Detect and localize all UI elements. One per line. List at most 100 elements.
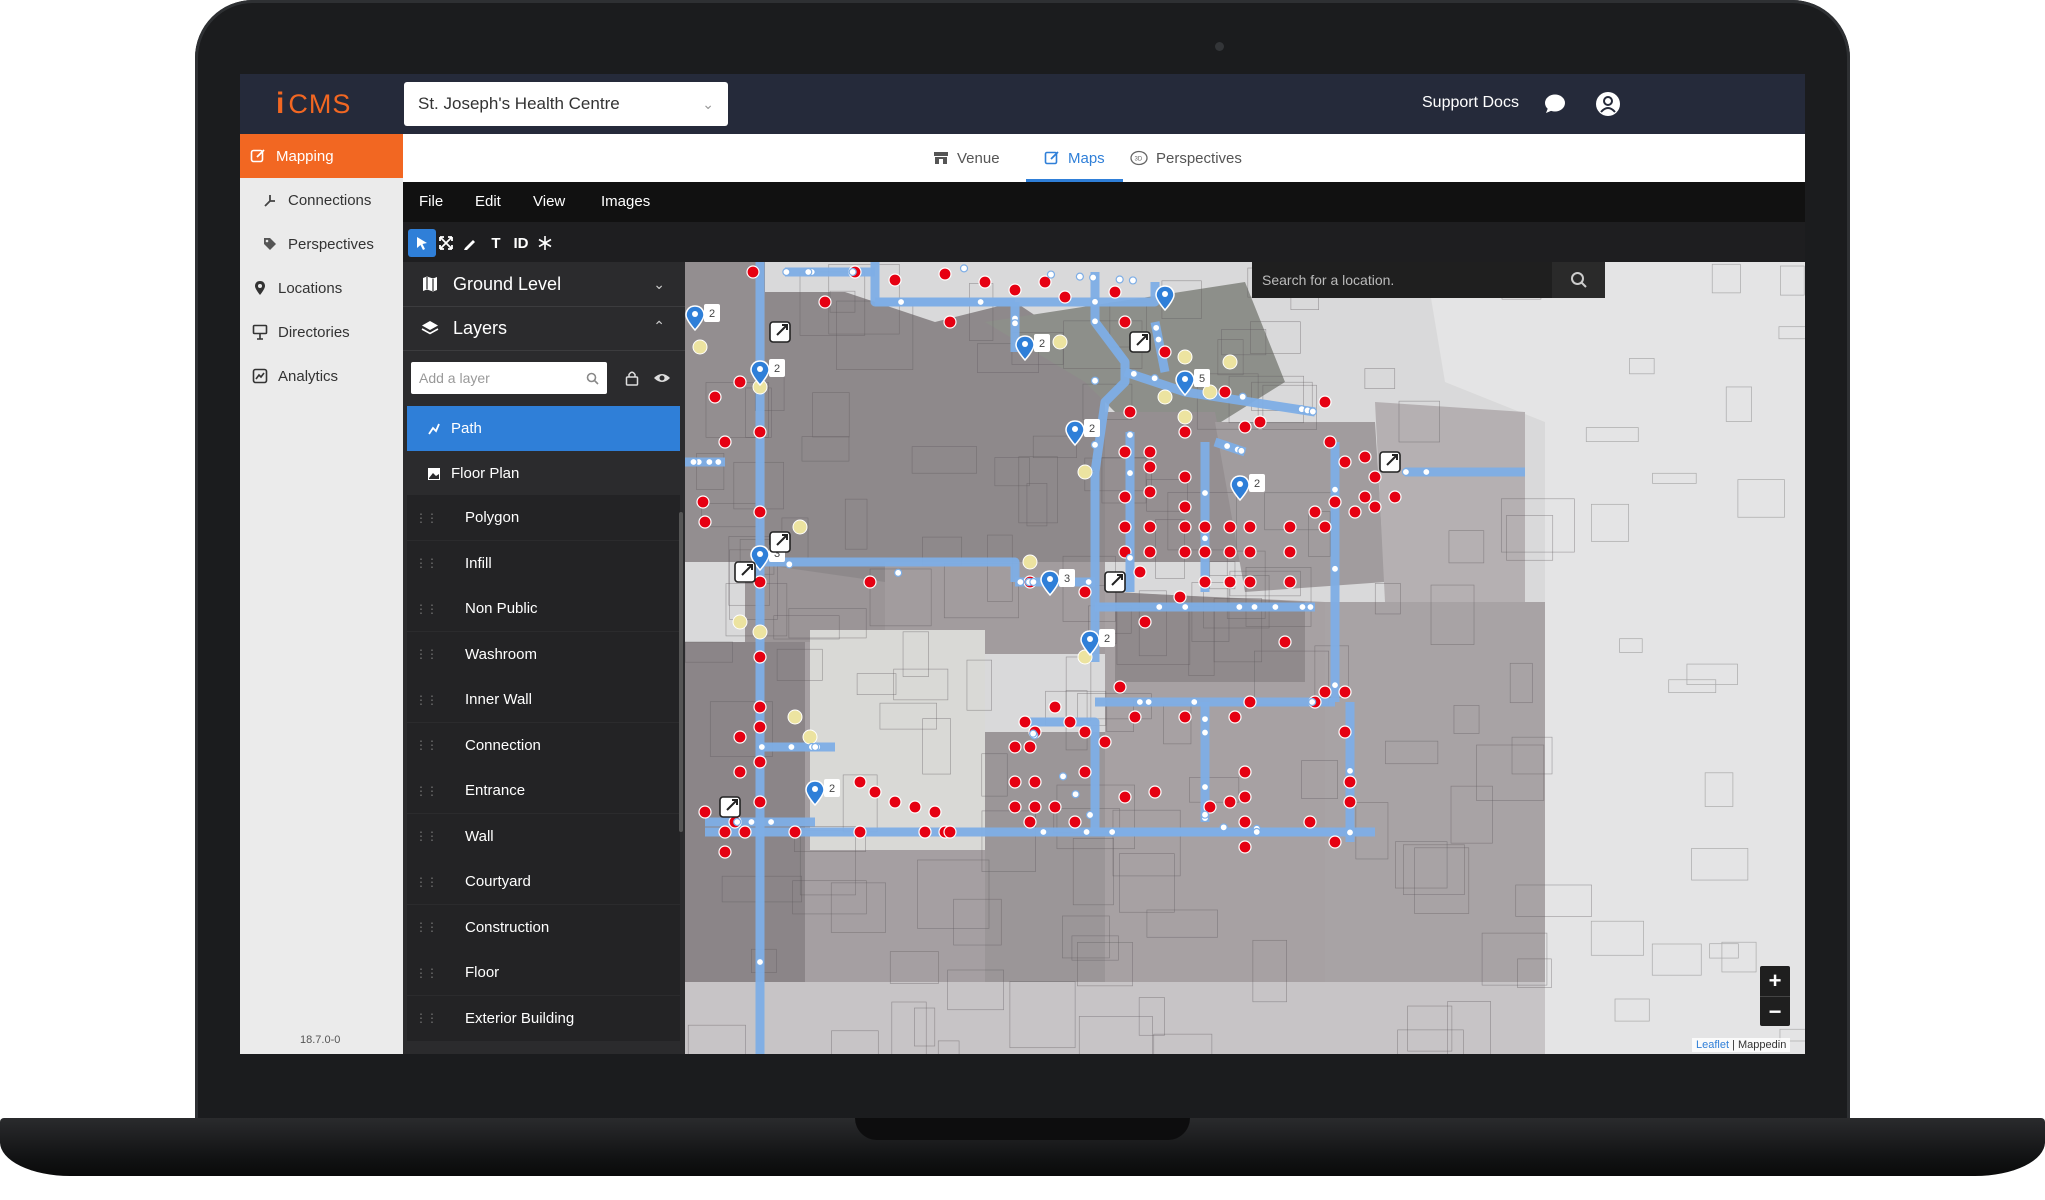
red-node bbox=[1138, 615, 1152, 629]
drag-handle-icon[interactable]: ⋮⋮ bbox=[415, 647, 438, 661]
layer-row[interactable]: ⋮⋮ Non Public bbox=[407, 586, 680, 631]
nav-item-locations[interactable]: Locations bbox=[240, 266, 403, 310]
layers-header[interactable]: Layers ⌃ bbox=[403, 306, 685, 351]
white-node bbox=[1029, 577, 1038, 587]
layer-row[interactable]: ⋮⋮ Construction bbox=[407, 904, 680, 950]
layer-label: Non Public bbox=[465, 600, 538, 617]
pin-dot bbox=[1182, 376, 1188, 382]
menu-view[interactable]: View bbox=[533, 193, 565, 210]
red-node bbox=[1008, 800, 1022, 814]
layer-row[interactable]: ⋮⋮ Entrance bbox=[407, 768, 680, 813]
panel-scrollbar[interactable] bbox=[679, 512, 683, 832]
drag-handle-icon[interactable]: ⋮⋮ bbox=[415, 920, 438, 934]
map-search-input[interactable]: Search for a location. bbox=[1252, 262, 1552, 298]
logo[interactable]: i CMS bbox=[276, 86, 351, 122]
pin-dot bbox=[812, 786, 818, 792]
layer-row[interactable]: ⋮⋮ Infill bbox=[407, 540, 680, 586]
external-link-icon bbox=[1104, 571, 1126, 593]
red-node bbox=[1078, 725, 1092, 739]
pen-tool[interactable] bbox=[456, 229, 484, 257]
red-node bbox=[1253, 415, 1267, 429]
white-node bbox=[1150, 374, 1159, 383]
yellow-node bbox=[1177, 409, 1193, 425]
snowflake-tool[interactable] bbox=[531, 229, 559, 257]
nav-item-perspectives[interactable]: Perspectives bbox=[240, 222, 403, 266]
nav-item-analytics[interactable]: Analytics bbox=[240, 354, 403, 398]
white-node bbox=[1181, 602, 1190, 612]
drag-handle-icon[interactable]: ⋮⋮ bbox=[415, 556, 438, 570]
drag-handle-icon[interactable]: ⋮⋮ bbox=[415, 602, 438, 616]
red-node bbox=[746, 265, 760, 279]
yellow-node bbox=[792, 519, 808, 535]
nav-item-mapping[interactable]: Mapping bbox=[240, 134, 403, 178]
eye-icon[interactable] bbox=[653, 372, 671, 384]
drag-handle-icon[interactable]: ⋮⋮ bbox=[415, 829, 438, 843]
zoom-out-button[interactable]: − bbox=[1760, 997, 1790, 1027]
map-canvas[interactable]: 2252233222 bbox=[685, 262, 1805, 1054]
layer-search-input[interactable]: Add a layer bbox=[411, 362, 607, 394]
leaflet-link[interactable]: Leaflet bbox=[1696, 1039, 1729, 1051]
layer-floor-plan[interactable]: Floor Plan bbox=[407, 451, 680, 496]
level-selector[interactable]: Ground Level ⌄ bbox=[403, 262, 685, 307]
layer-row[interactable]: ⋮⋮ Courtyard bbox=[407, 859, 680, 904]
white-node bbox=[1108, 827, 1117, 837]
red-node bbox=[1358, 490, 1372, 504]
image-icon bbox=[428, 467, 440, 480]
drag-handle-icon[interactable]: ⋮⋮ bbox=[415, 511, 438, 525]
map-search-button[interactable] bbox=[1552, 262, 1605, 298]
drag-handle-icon[interactable]: ⋮⋮ bbox=[415, 738, 438, 752]
screen: i CMS St. Joseph's Health Centre ⌄ Suppo… bbox=[240, 74, 1805, 1054]
red-node bbox=[1338, 725, 1352, 739]
tab-venue[interactable]: Venue bbox=[933, 134, 1000, 182]
pin-count: 2 bbox=[1104, 633, 1110, 645]
red-node bbox=[1238, 790, 1252, 804]
layers-panel: Ground Level ⌄ Layers ⌃ Add a layer Path… bbox=[403, 262, 685, 1054]
tab-label: Perspectives bbox=[1156, 149, 1242, 167]
map-svg[interactable]: 2252233222 bbox=[685, 262, 1805, 1054]
menu-images[interactable]: Images bbox=[601, 193, 650, 210]
menu-file[interactable]: File bbox=[419, 193, 443, 210]
layer-row[interactable]: ⋮⋮ Washroom bbox=[407, 631, 680, 677]
nav-item-label: Analytics bbox=[278, 367, 339, 385]
drag-handle-icon[interactable]: ⋮⋮ bbox=[415, 784, 438, 798]
svg-text:3D: 3D bbox=[1135, 157, 1143, 163]
search-icon bbox=[1570, 272, 1587, 288]
white-node bbox=[1200, 488, 1210, 498]
lock-icon[interactable] bbox=[625, 370, 639, 386]
pin-count: 2 bbox=[1039, 338, 1045, 350]
layer-path[interactable]: Path bbox=[407, 406, 680, 451]
tab-maps[interactable]: Maps bbox=[1026, 134, 1123, 182]
white-node bbox=[848, 267, 857, 277]
red-node bbox=[1178, 425, 1192, 439]
red-node bbox=[1178, 710, 1192, 724]
layer-row[interactable]: ⋮⋮ Wall bbox=[407, 813, 680, 859]
yellow-node bbox=[787, 709, 803, 725]
text-tool[interactable]: T bbox=[482, 229, 510, 257]
layer-row[interactable]: ⋮⋮ Floor bbox=[407, 950, 680, 995]
drag-handle-icon[interactable]: ⋮⋮ bbox=[415, 1011, 438, 1025]
drag-handle-icon[interactable]: ⋮⋮ bbox=[415, 693, 438, 707]
nav-item-label: Connections bbox=[288, 191, 372, 209]
drag-handle-icon[interactable]: ⋮⋮ bbox=[415, 966, 438, 980]
layer-label: Infill bbox=[465, 554, 492, 572]
layer-label: Inner Wall bbox=[465, 691, 532, 708]
white-node bbox=[1084, 577, 1093, 587]
red-node bbox=[1178, 500, 1192, 514]
layer-row[interactable]: ⋮⋮ Connection bbox=[407, 722, 680, 768]
pin-count: 2 bbox=[1254, 478, 1260, 490]
layer-row[interactable]: ⋮⋮ Exterior Building bbox=[407, 995, 680, 1041]
white-node bbox=[1401, 467, 1411, 477]
zoom-in-button[interactable]: + bbox=[1760, 966, 1790, 997]
layer-row[interactable]: ⋮⋮ Polygon bbox=[407, 495, 680, 540]
chat-icon[interactable] bbox=[1544, 94, 1566, 114]
support-docs-link[interactable]: Support Docs bbox=[1422, 94, 1519, 112]
layer-row[interactable]: ⋮⋮ Inner Wall bbox=[407, 677, 680, 722]
drag-handle-icon[interactable]: ⋮⋮ bbox=[415, 875, 438, 889]
venue-select[interactable]: St. Joseph's Health Centre ⌄ bbox=[404, 82, 728, 126]
white-node bbox=[1075, 272, 1084, 281]
user-icon[interactable] bbox=[1595, 91, 1621, 117]
tab-perspectives[interactable]: 3D Perspectives bbox=[1130, 134, 1242, 182]
nav-item-directories[interactable]: Directories bbox=[240, 310, 403, 354]
nav-item-connections[interactable]: Connections bbox=[240, 178, 403, 222]
menu-edit[interactable]: Edit bbox=[475, 193, 501, 210]
